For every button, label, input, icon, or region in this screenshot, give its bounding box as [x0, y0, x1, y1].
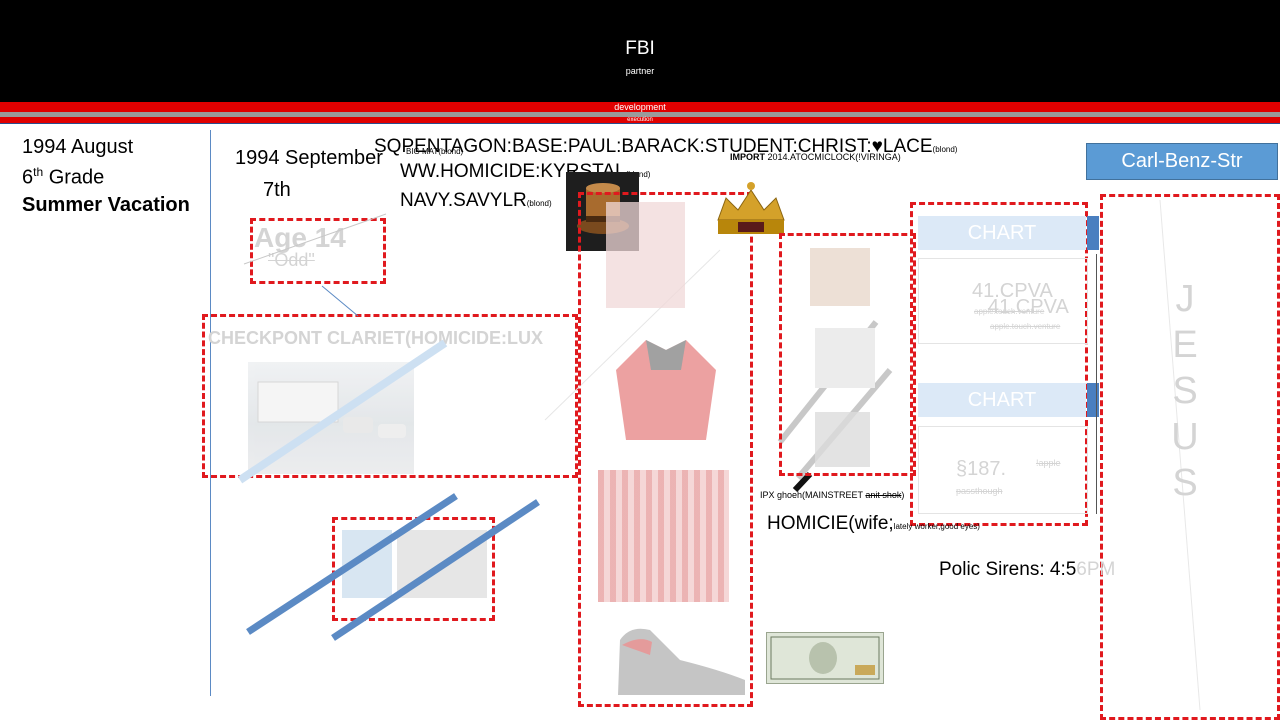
- ipx-strike: anit shok: [865, 490, 902, 500]
- cap-photo: [606, 202, 685, 308]
- dollar-bill-drawing: [770, 636, 880, 680]
- dark-thumb: [815, 412, 870, 467]
- street-button[interactable]: Carl-Benz-Str: [1086, 143, 1278, 180]
- jacket-photo: [606, 330, 722, 448]
- thin-connector-1: [243, 213, 387, 265]
- import-value: 2014.ATOCMICLOCK(!VIRINGA): [767, 152, 901, 162]
- ipx-text: IPX ghoeh(MAINSTREET: [760, 490, 863, 500]
- chart-header-2: CHART: [918, 383, 1086, 417]
- homicie-text: HOMICIE(wife;: [767, 513, 894, 534]
- sirens-suffix: 6PM: [1076, 559, 1116, 580]
- ipx-note: IPX ghoeh(MAINSTREET anit shok): [760, 490, 904, 500]
- diagonal-pale-stroke: [237, 339, 448, 484]
- import-line: IMPORT 2014.ATOCMICLOCK(!VIRINGA): [730, 152, 901, 162]
- so-prefix: SQ: [374, 136, 402, 157]
- apple-label-2: apple.touch.venture: [990, 322, 1061, 331]
- chart-accent-2: [1087, 383, 1099, 417]
- diagonal-stroke-2: [331, 499, 540, 641]
- passthrough-label: passthough: [956, 486, 1003, 496]
- chart-side-rule: [1096, 254, 1097, 514]
- sirens-note: Polic Sirens: 4:56PM: [939, 559, 1115, 581]
- import-label: IMPORT: [730, 152, 765, 162]
- shoe-photo: [610, 620, 750, 700]
- diagonal-stroke-1: [246, 493, 458, 635]
- jesus-letters: J E S U S: [1168, 276, 1202, 506]
- ipx-end: ): [901, 490, 905, 500]
- jersey-thumb: [815, 328, 875, 388]
- code-line-3-text: NAVY.SAVYLR: [400, 190, 527, 211]
- code-line-3: NAVY.SAVYLR(blond): [400, 190, 552, 212]
- chart-header-1: CHART: [918, 216, 1086, 250]
- jesus-letter-s2: S: [1172, 462, 1198, 504]
- section-label: §187.: [956, 458, 1007, 480]
- jesus-letter-j: J: [1175, 278, 1195, 320]
- big-mat-note: BIG MAT(blond): [406, 147, 464, 156]
- thin-connector-2: [321, 285, 359, 317]
- jesus-letter-e: E: [1172, 324, 1198, 366]
- jesus-letter-u: U: [1171, 416, 1199, 458]
- shoe-drawing: [618, 628, 745, 695]
- dollar-bill-photo: [766, 632, 884, 684]
- apple-label-3: !apple: [1036, 458, 1061, 468]
- apple-label-1: apple.touch.venture: [974, 307, 1045, 316]
- jesus-letter-s: S: [1172, 370, 1198, 412]
- jacket-drawing: [616, 340, 716, 440]
- homicie-sub: lately worker,good eyes): [893, 522, 980, 531]
- code-line-3-sub: (blond): [526, 199, 552, 208]
- duo-photo: [810, 248, 870, 306]
- code-line-1-sub: (blond): [932, 145, 958, 154]
- jersey-photo: [598, 470, 729, 602]
- chart-accent-1: [1087, 216, 1099, 250]
- sirens-prefix: Polic Sirens: 4:5: [939, 559, 1077, 580]
- homicie-note: HOMICIE(wife;lately worker,good eyes): [767, 513, 980, 535]
